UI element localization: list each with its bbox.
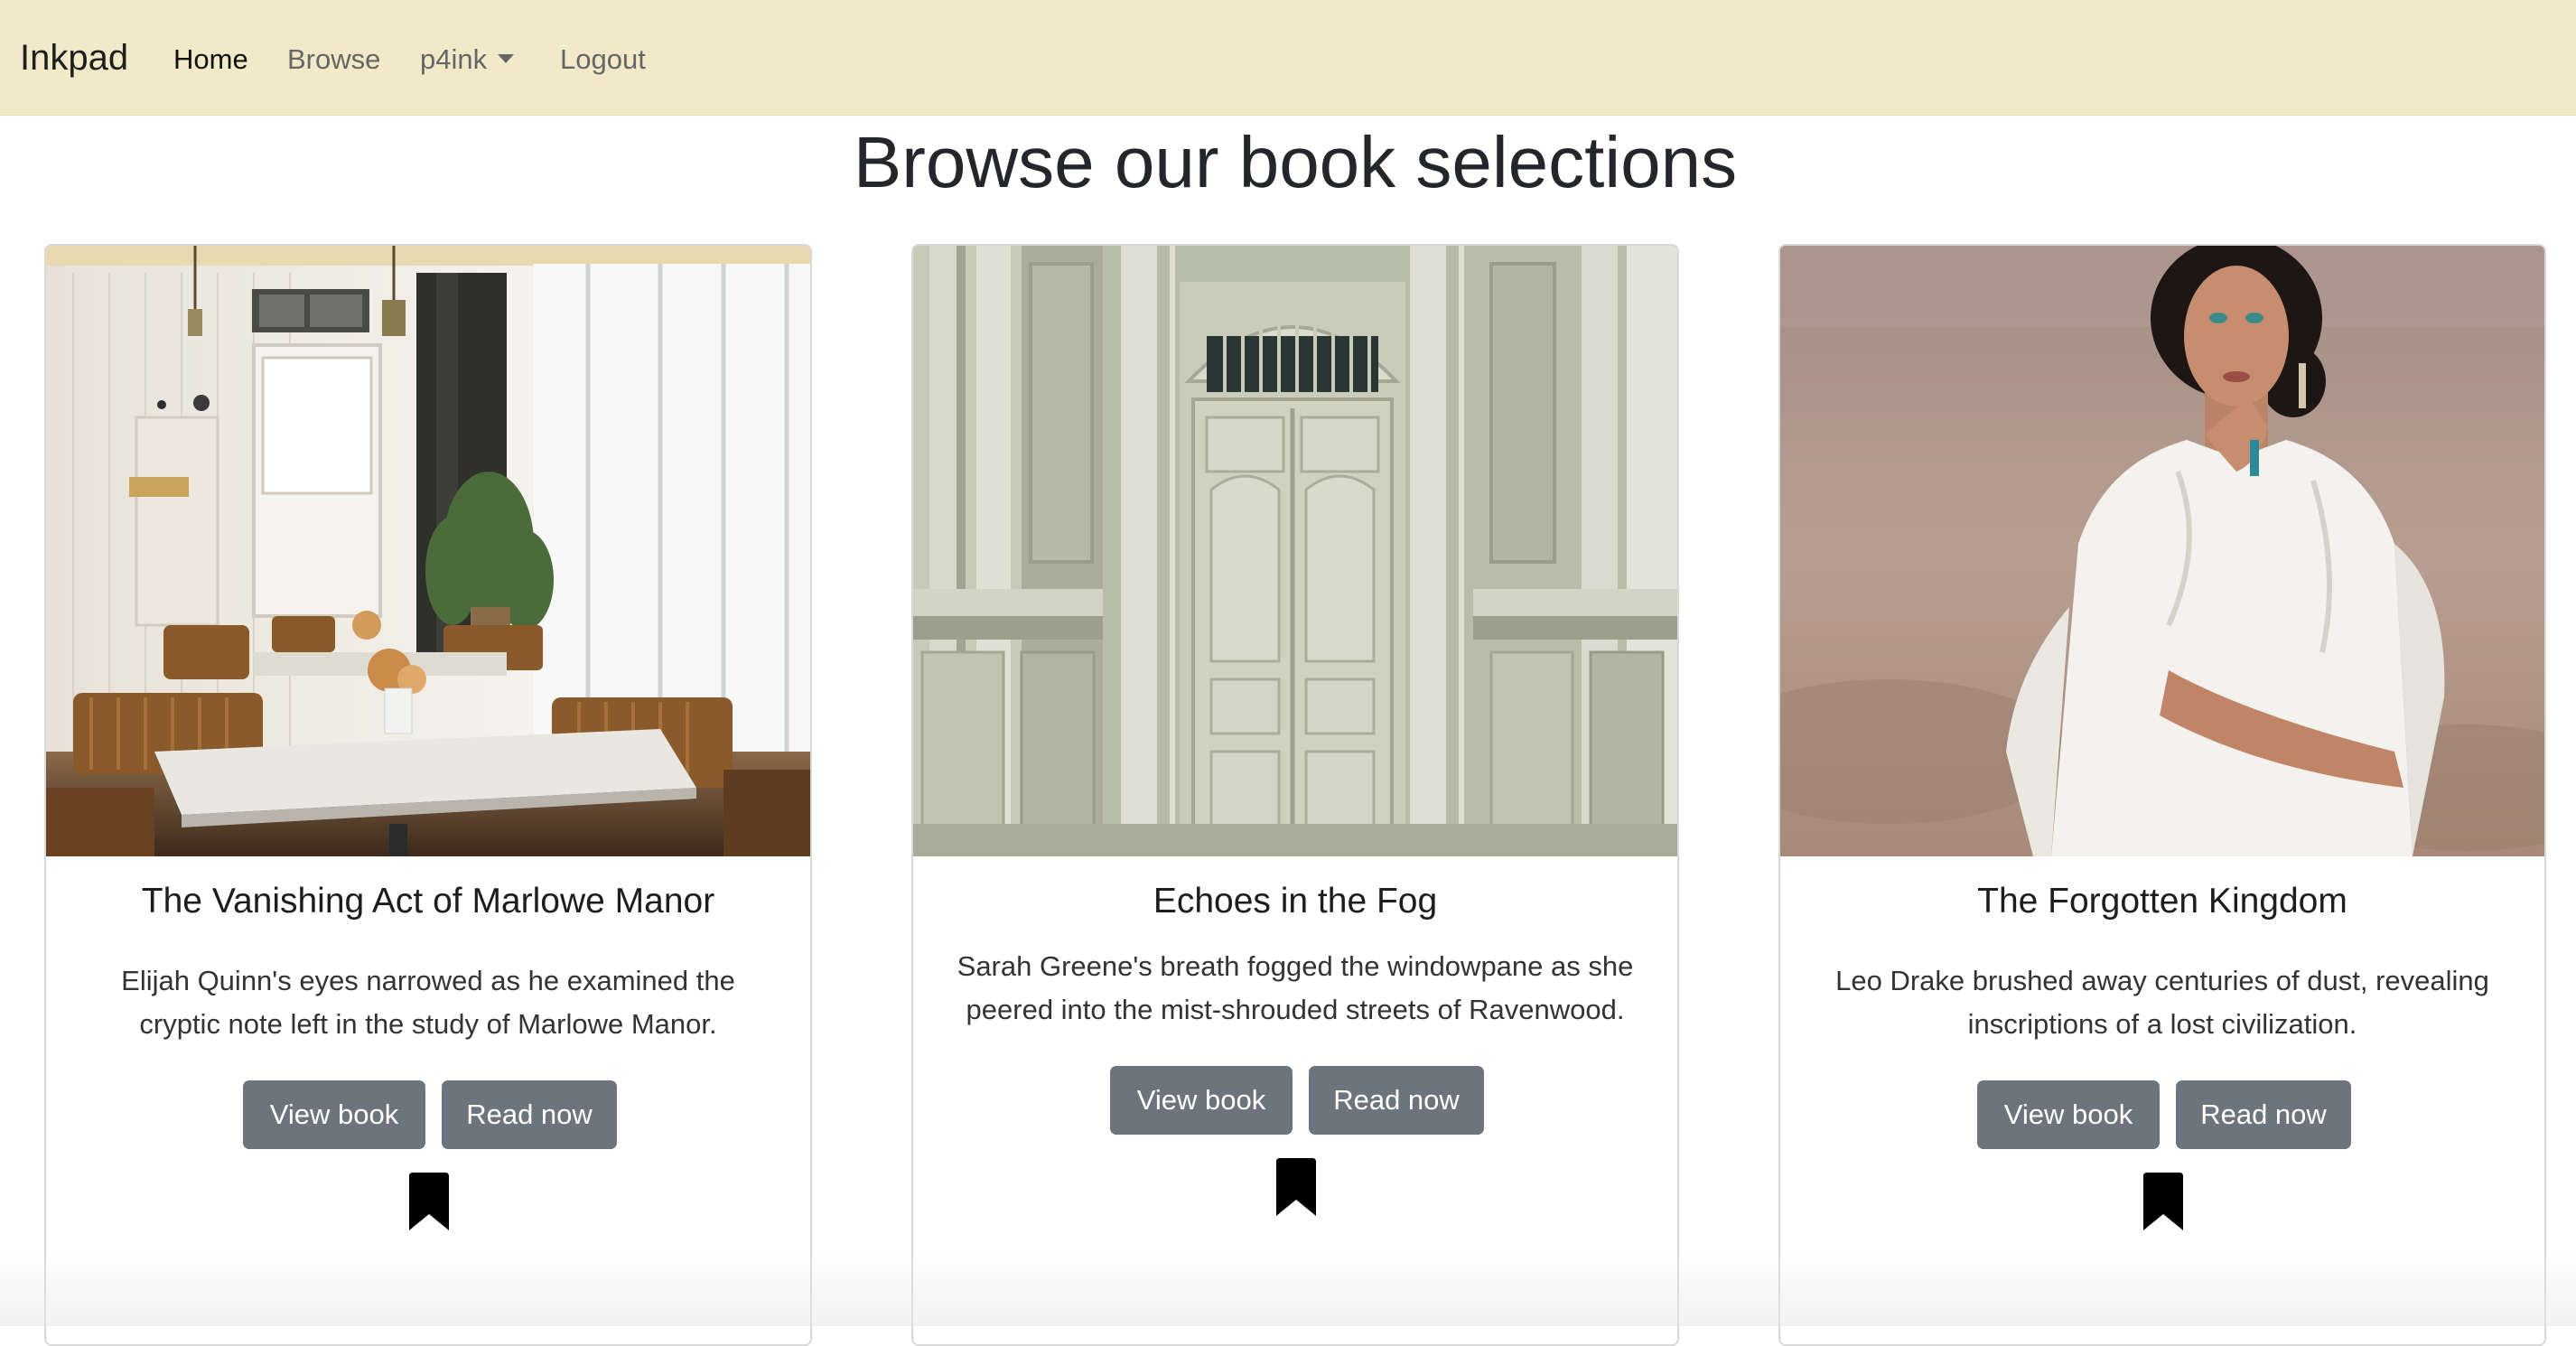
view-book-button[interactable]: View book	[243, 1080, 425, 1149]
nav-browse-link[interactable]: Browse	[287, 40, 380, 79]
book-cover-image[interactable]	[913, 246, 1677, 856]
nav-logout-link[interactable]: Logout	[560, 40, 646, 79]
book-excerpt: Leo Drake brushed away centuries of dust…	[1835, 965, 2489, 1040]
read-now-button[interactable]: Read now	[2176, 1080, 2351, 1149]
caret-down-icon	[498, 54, 515, 63]
book-card: Echoes in the Fog Sarah Greene's breath …	[911, 244, 1679, 1346]
bookmark-icon[interactable]	[1274, 1158, 1318, 1218]
restaurant-interior-photo	[46, 246, 810, 856]
bookmark-icon[interactable]	[407, 1173, 451, 1232]
view-book-button[interactable]: View book	[1110, 1066, 1293, 1135]
book-title[interactable]: The Vanishing Act of Marlowe Manor	[46, 878, 810, 925]
view-book-button[interactable]: View book	[1977, 1080, 2160, 1149]
book-card: The Forgotten Kingdom Leo Drake brushed …	[1778, 244, 2546, 1346]
bookmark-icon[interactable]	[2142, 1173, 2185, 1232]
book-title[interactable]: The Forgotten Kingdom	[1780, 878, 2544, 925]
read-now-button[interactable]: Read now	[1309, 1066, 1484, 1135]
book-title[interactable]: Echoes in the Fog	[913, 878, 1677, 925]
book-excerpt: Elijah Quinn's eyes narrowed as he exami…	[121, 965, 735, 1040]
book-excerpt: Sarah Greene's breath fogged the windowp…	[957, 950, 1634, 1025]
brand-logo[interactable]: Inkpad	[20, 34, 128, 81]
user-menu-dropdown[interactable]: p4ink	[420, 40, 515, 79]
nav-home-link[interactable]: Home	[173, 40, 248, 79]
page-title: Browse our book selections	[853, 122, 1738, 202]
user-menu-label: p4ink	[420, 43, 488, 75]
book-cover-image[interactable]	[46, 246, 810, 856]
book-card: The Vanishing Act of Marlowe Manor Elija…	[44, 244, 812, 1346]
woman-portrait-photo	[1780, 246, 2544, 856]
book-cover-image[interactable]	[1780, 246, 2544, 856]
building-door-photo	[913, 246, 1677, 856]
top-navbar: Inkpad Home Browse p4ink Logout	[0, 0, 2576, 116]
read-now-button[interactable]: Read now	[442, 1080, 617, 1149]
